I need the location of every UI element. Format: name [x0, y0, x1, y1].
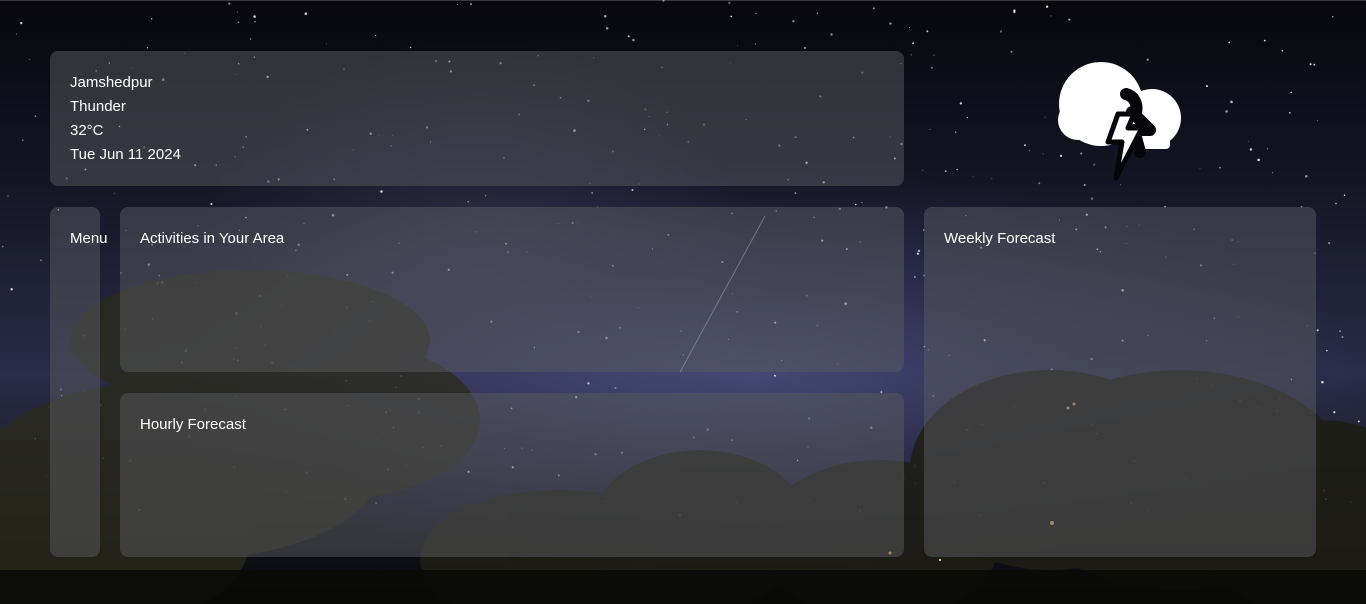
thunderstorm-cloud-icon: [1056, 60, 1186, 182]
current-date: Tue Jun 11 2024: [70, 146, 181, 163]
hourly-forecast-title: Hourly Forecast: [140, 416, 246, 433]
activities-panel: Activities in Your Area: [120, 207, 904, 372]
weekly-forecast-panel: Weekly Forecast: [924, 207, 1316, 557]
activities-title: Activities in Your Area: [140, 230, 285, 247]
weekly-forecast-title: Weekly Forecast: [944, 230, 1056, 247]
hourly-forecast-panel: Hourly Forecast: [120, 393, 904, 557]
temperature: 32°C: [70, 122, 104, 139]
menu-label[interactable]: Menu: [70, 227, 108, 251]
current-weather-panel: Jamshedpur Thunder 32°C Tue Jun 11 2024: [50, 51, 904, 186]
menu-sidebar[interactable]: Menu: [50, 207, 108, 557]
city-name: Jamshedpur: [70, 74, 153, 91]
weather-condition: Thunder: [70, 98, 126, 115]
